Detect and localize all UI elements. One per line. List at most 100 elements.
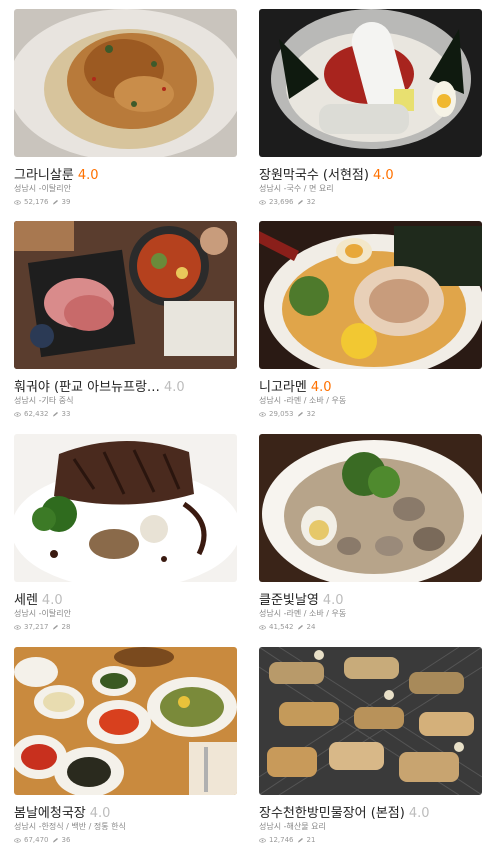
rating-score: 4.0 — [77, 168, 99, 183]
grilled-eel-photo — [259, 647, 482, 795]
eye-icon — [259, 411, 266, 417]
restaurant-name[interactable]: 니고라멘 — [259, 380, 307, 395]
restaurant-title[interactable]: 세렌 4.0 — [14, 589, 237, 608]
restaurant-photo[interactable] — [14, 647, 237, 795]
eye-icon — [14, 624, 21, 630]
location: 성남시 — [14, 184, 37, 193]
pencil-icon — [52, 837, 59, 843]
category: 한정식 / 백반 / 정통 한식 — [41, 822, 126, 831]
eye-icon — [14, 411, 21, 417]
hotpot-photo — [14, 221, 237, 369]
restaurant-name[interactable]: 장수천한방민물장어 (본점) — [259, 806, 405, 821]
review-count: 32 — [306, 410, 316, 418]
restaurant-name[interactable]: 세렌 — [14, 593, 38, 608]
review-count: 36 — [61, 836, 71, 844]
restaurant-meta: 성남시 -이탈리안 — [14, 183, 237, 194]
review-count: 39 — [61, 198, 71, 206]
category: 라멘 / 소바 / 우동 — [286, 396, 347, 405]
restaurant-meta: 성남시 -라멘 / 소바 / 우동 — [259, 395, 482, 406]
rating-score: 4.0 — [372, 168, 394, 183]
restaurant-stats: 67,470 36 — [14, 836, 70, 844]
location: 성남시 — [259, 609, 282, 618]
restaurant-meta: 성남시 -한정식 / 백반 / 정통 한식 — [14, 821, 237, 832]
restaurant-stats: 41,542 24 — [259, 623, 315, 631]
location: 성남시 — [14, 396, 37, 405]
view-count: 12,746 — [269, 836, 294, 844]
pencil-icon — [297, 624, 304, 630]
cold-noodle-photo — [259, 9, 482, 157]
restaurant-name[interactable]: 클준빛날영 — [259, 593, 319, 608]
category: 라멘 / 소바 / 우동 — [286, 609, 347, 618]
eye-icon — [259, 624, 266, 630]
restaurant-photo[interactable] — [259, 221, 482, 369]
eye-icon — [14, 837, 21, 843]
rating-score: 4.0 — [41, 593, 63, 608]
restaurant-title[interactable]: 봄날에청국장 4.0 — [14, 802, 237, 821]
view-count: 67,470 — [24, 836, 49, 844]
restaurant-stats: 29,053 32 — [259, 410, 315, 418]
rating-score: 4.0 — [408, 806, 430, 821]
rating-score: 4.0 — [163, 380, 185, 395]
restaurant-meta: 성남시 -국수 / 면 요리 — [259, 183, 482, 194]
restaurant-stats: 23,696 32 — [259, 198, 315, 206]
restaurant-meta: 성남시 -해산물 요리 — [259, 821, 482, 832]
rating-score: 4.0 — [322, 593, 344, 608]
clam-ramen-photo — [259, 434, 482, 582]
korean-table-photo — [14, 647, 237, 795]
view-count: 62,432 — [24, 410, 49, 418]
pencil-icon — [52, 411, 59, 417]
restaurant-title[interactable]: 그라니살룬 4.0 — [14, 164, 237, 183]
eye-icon — [259, 837, 266, 843]
view-count: 52,176 — [24, 198, 49, 206]
restaurant-name[interactable]: 그라니살룬 — [14, 168, 74, 183]
rating-score: 4.0 — [310, 380, 332, 395]
pencil-icon — [297, 199, 304, 205]
ramen-photo — [259, 221, 482, 369]
restaurant-stats: 37,217 28 — [14, 623, 70, 631]
restaurant-name[interactable]: 봄날에청국장 — [14, 806, 86, 821]
location: 성남시 — [14, 822, 37, 831]
steak-photo — [14, 434, 237, 582]
eye-icon — [259, 199, 266, 205]
review-count: 24 — [306, 623, 316, 631]
restaurant-meta: 성남시 -기타 중식 — [14, 395, 237, 406]
view-count: 41,542 — [269, 623, 294, 631]
restaurant-photo[interactable] — [259, 9, 482, 157]
restaurant-title[interactable]: 클준빛날영 4.0 — [259, 589, 482, 608]
restaurant-stats: 12,746 21 — [259, 836, 315, 844]
category: 해산물 요리 — [286, 822, 326, 831]
restaurant-title[interactable]: 장원막국수 (서현점) 4.0 — [259, 164, 482, 183]
category: 이탈리안 — [41, 609, 71, 618]
review-count: 21 — [306, 836, 316, 844]
eye-icon — [14, 199, 21, 205]
restaurant-title[interactable]: 장수천한방민물장어 (본점) 4.0 — [259, 802, 482, 821]
view-count: 23,696 — [269, 198, 294, 206]
restaurant-name[interactable]: 훠궈야 (판교 아브뉴프랑… — [14, 380, 160, 395]
location: 성남시 — [14, 609, 37, 618]
pasta-photo — [14, 9, 237, 157]
review-count: 33 — [61, 410, 71, 418]
restaurant-name[interactable]: 장원막국수 (서현점) — [259, 168, 369, 183]
restaurant-title[interactable]: 훠궈야 (판교 아브뉴프랑… 4.0 — [14, 376, 237, 395]
restaurant-stats: 62,432 33 — [14, 410, 70, 418]
category: 기타 중식 — [41, 396, 74, 405]
pencil-icon — [297, 411, 304, 417]
restaurant-photo[interactable] — [14, 434, 237, 582]
pencil-icon — [52, 199, 59, 205]
restaurant-photo[interactable] — [14, 221, 237, 369]
restaurant-photo[interactable] — [259, 647, 482, 795]
pencil-icon — [297, 837, 304, 843]
location: 성남시 — [259, 396, 282, 405]
view-count: 29,053 — [269, 410, 294, 418]
rating-score: 4.0 — [89, 806, 111, 821]
pencil-icon — [52, 624, 59, 630]
view-count: 37,217 — [24, 623, 49, 631]
restaurant-photo[interactable] — [14, 9, 237, 157]
location: 성남시 — [259, 822, 282, 831]
restaurant-meta: 성남시 -이탈리안 — [14, 608, 237, 619]
category: 이탈리안 — [41, 184, 71, 193]
restaurant-meta: 성남시 -라멘 / 소바 / 우동 — [259, 608, 482, 619]
restaurant-title[interactable]: 니고라멘 4.0 — [259, 376, 482, 395]
restaurant-photo[interactable] — [259, 434, 482, 582]
review-count: 28 — [61, 623, 71, 631]
